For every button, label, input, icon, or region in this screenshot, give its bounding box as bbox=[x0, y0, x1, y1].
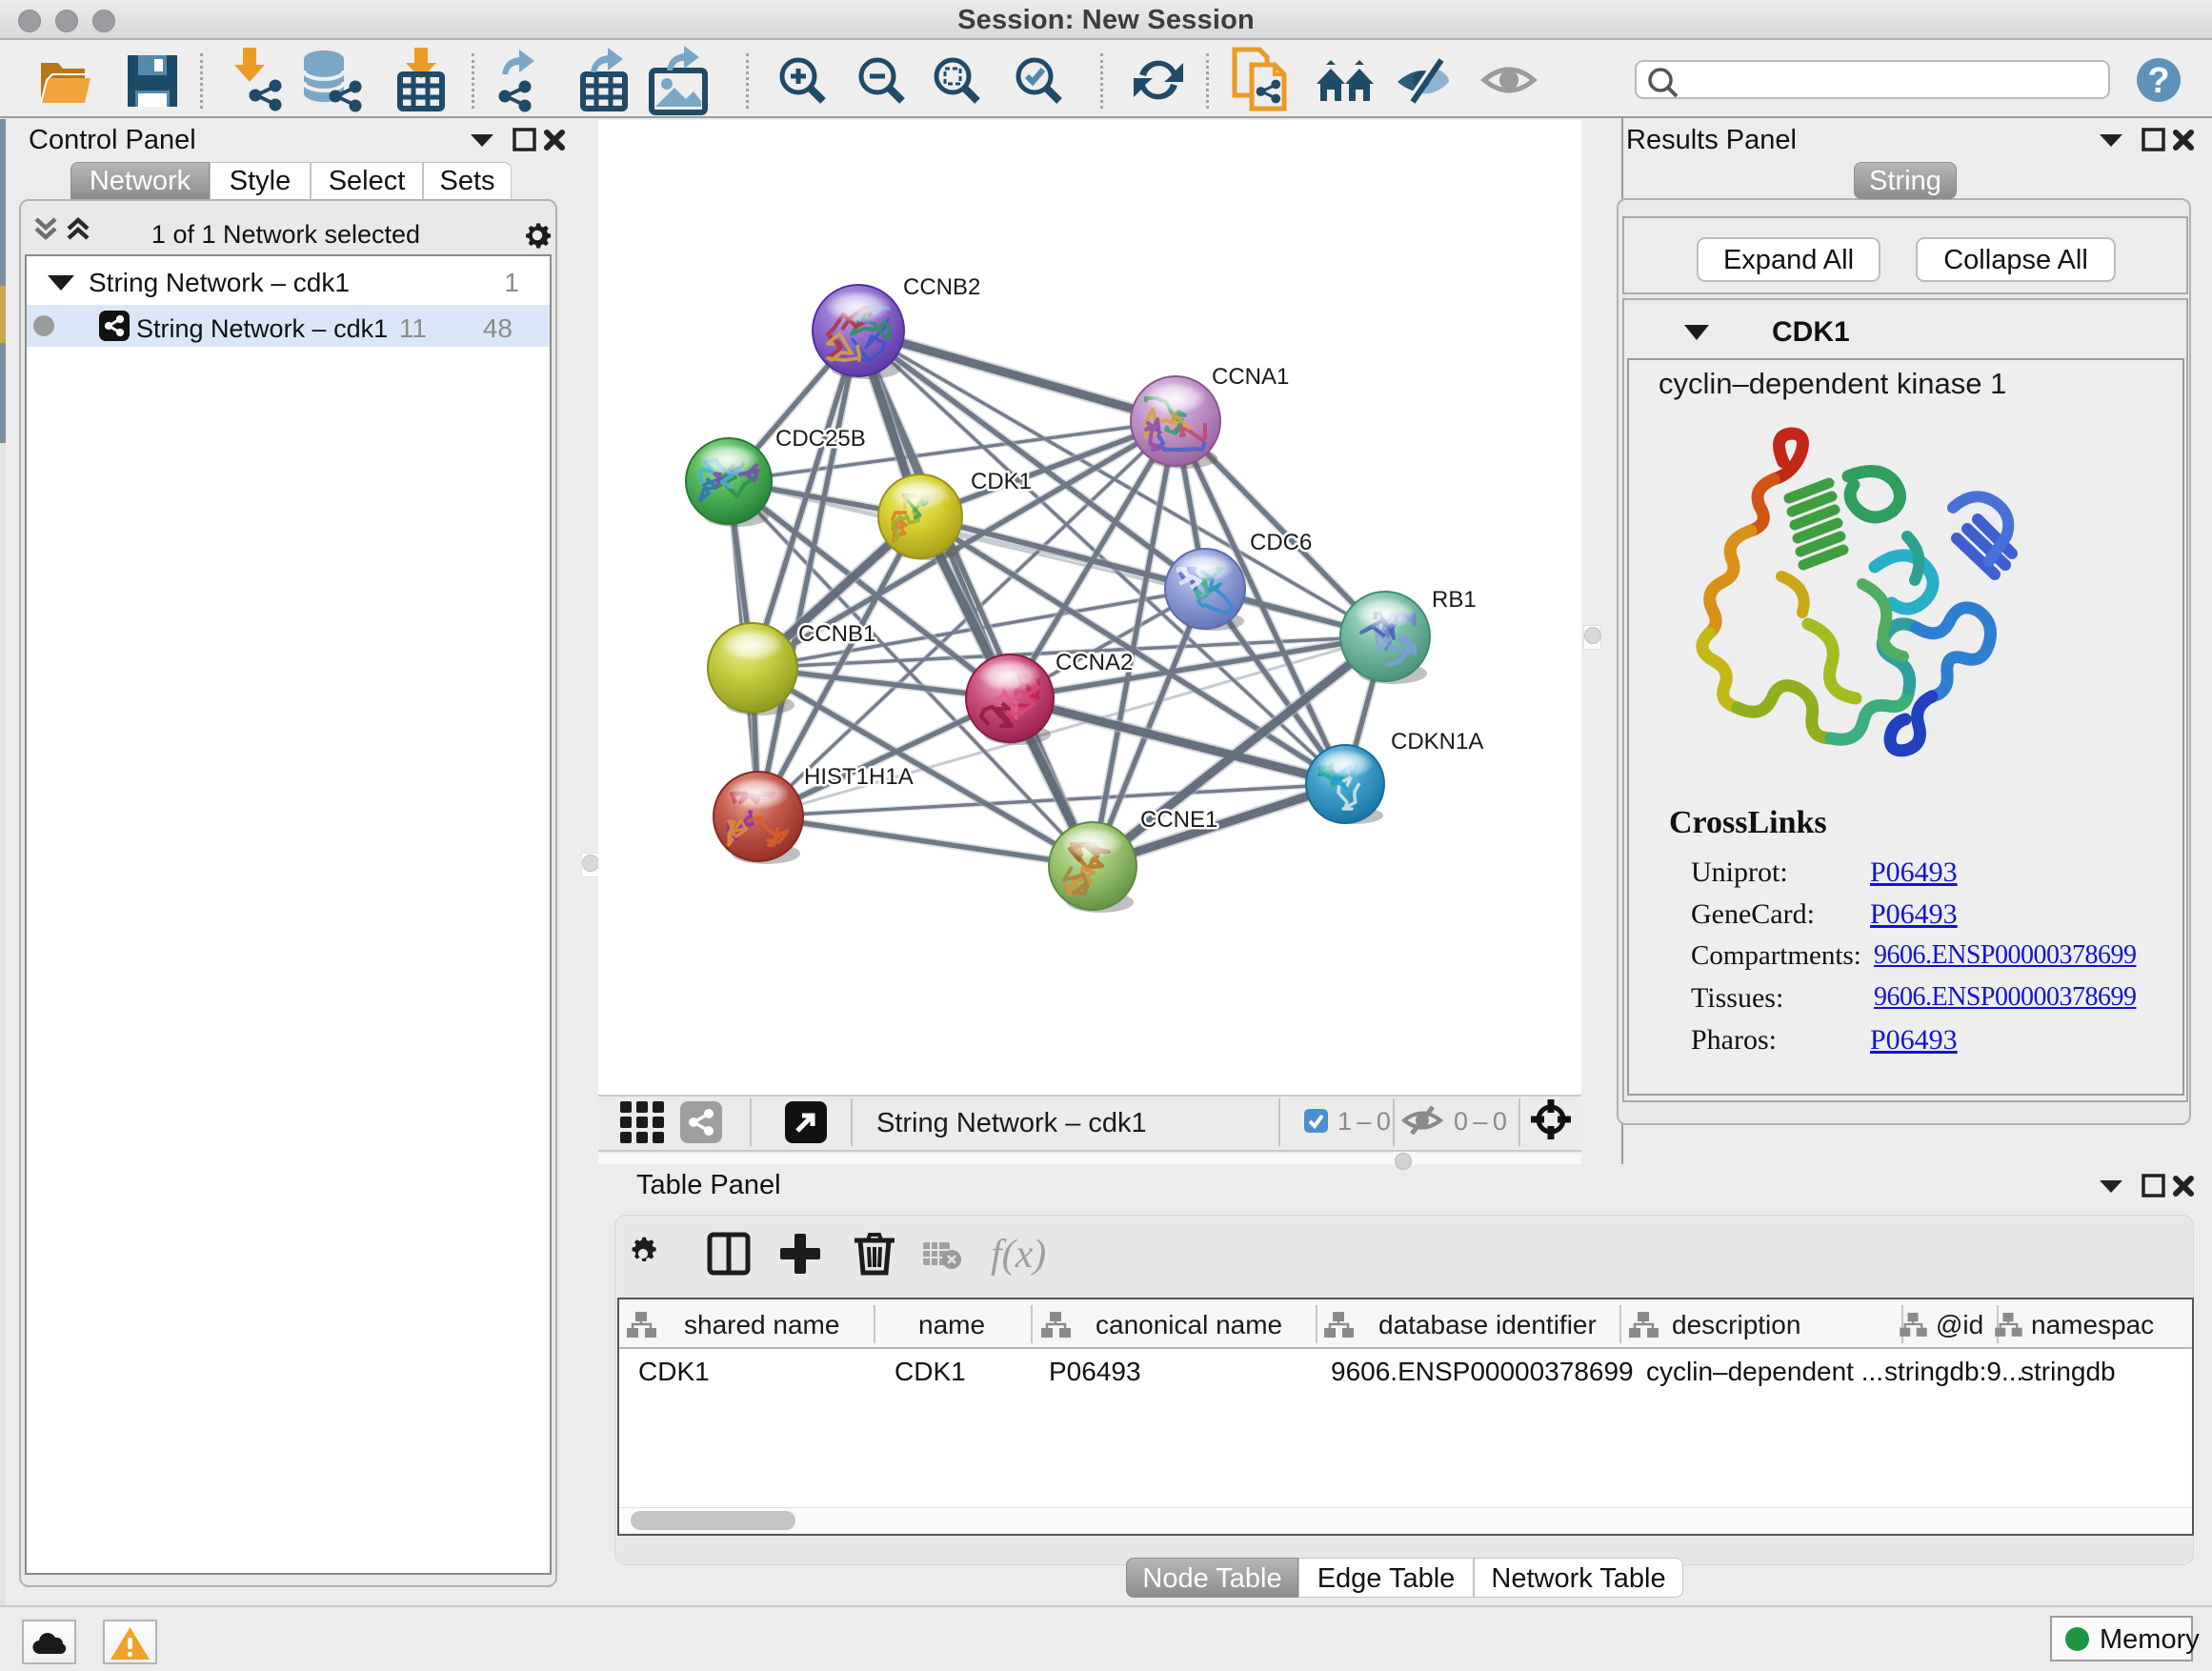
svg-text:namespac: namespac bbox=[2031, 1310, 2154, 1339]
svg-text:CCNE1: CCNE1 bbox=[1140, 807, 1217, 833]
svg-text:RB1: RB1 bbox=[1432, 587, 1477, 613]
svg-text:String Network – cdk1: String Network – cdk1 bbox=[876, 1108, 1147, 1138]
svg-text:@id: @id bbox=[1936, 1310, 1983, 1339]
svg-text:CDKN1A: CDKN1A bbox=[1391, 729, 1483, 755]
svg-text:description: description bbox=[1672, 1310, 1800, 1339]
svg-text:CCNB2: CCNB2 bbox=[903, 274, 980, 300]
svg-text:HIST1H1A: HIST1H1A bbox=[804, 764, 914, 790]
svg-text:CCNA2: CCNA2 bbox=[1056, 650, 1133, 675]
svg-text:name: name bbox=[918, 1310, 985, 1339]
svg-text:?: ? bbox=[2147, 61, 2169, 101]
svg-text:canonical name: canonical name bbox=[1096, 1310, 1282, 1339]
svg-text:f(x): f(x) bbox=[991, 1233, 1046, 1277]
svg-text:1 – 0: 1 – 0 bbox=[1337, 1107, 1391, 1136]
svg-text:0 – 0: 0 – 0 bbox=[1454, 1107, 1507, 1136]
svg-text:CCNB1: CCNB1 bbox=[798, 621, 875, 647]
svg-text:shared name: shared name bbox=[684, 1310, 839, 1339]
svg-text:database identifier: database identifier bbox=[1378, 1310, 1597, 1339]
svg-text:CCNA1: CCNA1 bbox=[1212, 364, 1289, 390]
svg-text:CDC25B: CDC25B bbox=[775, 426, 866, 452]
svg-text:CDK1: CDK1 bbox=[971, 469, 1032, 494]
svg-text:CDC6: CDC6 bbox=[1250, 530, 1312, 555]
